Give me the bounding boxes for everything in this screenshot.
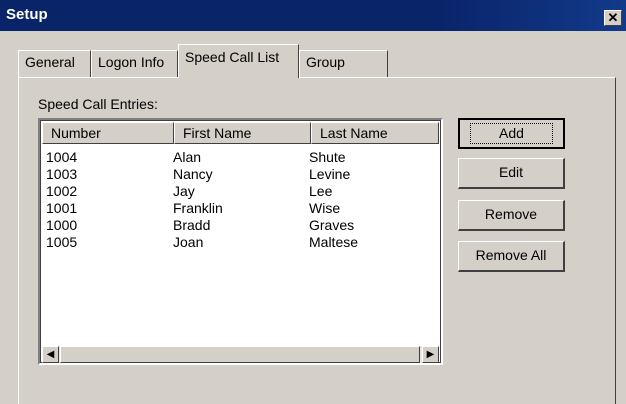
list-rows: 1004 Alan Shute 1003 Nancy Levine 1002 Jay Lee 10… [46, 149, 436, 251]
scroll-right-icon: ▶ [426, 349, 435, 360]
tab-logon-info[interactable]: Logon Info [91, 50, 178, 77]
cell-last-name: Graves [309, 217, 355, 233]
remove-all-button[interactable]: Remove All [458, 241, 565, 272]
add-button-label: Add [470, 123, 553, 144]
cell-number: 1001 [46, 200, 78, 216]
cell-first-name: Nancy [173, 166, 213, 182]
close-icon: ✕ [607, 10, 619, 25]
list-item[interactable]: 1000 Bradd Graves [46, 217, 436, 234]
tab-general[interactable]: General [18, 50, 91, 77]
cell-last-name: Maltese [309, 234, 359, 250]
tab-speed-call-list[interactable]: Speed Call List [178, 44, 299, 78]
tab-group[interactable]: Group [299, 50, 388, 77]
cell-last-name: Wise [309, 200, 341, 216]
setup-dialog: Setup ✕ General Logon Info Speed Call Li… [0, 0, 626, 404]
column-header-first-name[interactable]: First Name [174, 122, 311, 144]
list-item[interactable]: 1004 Alan Shute [46, 149, 436, 166]
list-item[interactable]: 1001 Franklin Wise [46, 200, 436, 217]
cell-first-name: Alan [173, 149, 202, 165]
list-item[interactable]: 1003 Nancy Levine [46, 166, 436, 183]
speed-call-list[interactable]: Number First Name Last Name 1004 Alan Shut… [38, 118, 443, 365]
speed-call-entries-label: Speed Call Entries: [38, 96, 158, 112]
scroll-right-button[interactable]: ▶ [422, 346, 439, 363]
cell-last-name: Shute [309, 149, 346, 165]
remove-button[interactable]: Remove [458, 200, 565, 231]
title-bar[interactable]: Setup ✕ [0, 0, 626, 31]
scroll-left-icon: ◀ [46, 349, 55, 360]
cell-first-name: Bradd [173, 217, 211, 233]
cell-number: 1003 [46, 166, 78, 182]
cell-number: 1000 [46, 217, 78, 233]
close-button[interactable]: ✕ [604, 10, 622, 26]
add-button[interactable]: Add [458, 118, 565, 149]
window-title: Setup [6, 6, 48, 23]
list-item[interactable]: 1005 Joan Maltese [46, 234, 436, 251]
edit-button[interactable]: Edit [458, 158, 565, 189]
cell-number: 1004 [46, 149, 78, 165]
horizontal-scrollbar[interactable]: ◀ ▶ [42, 346, 439, 363]
list-item[interactable]: 1002 Jay Lee [46, 183, 436, 200]
cell-number: 1005 [46, 234, 78, 250]
cell-number: 1002 [46, 183, 78, 199]
cell-first-name: Joan [173, 234, 204, 250]
scroll-left-button[interactable]: ◀ [42, 346, 59, 363]
column-header-number[interactable]: Number [42, 122, 174, 144]
cell-last-name: Levine [309, 166, 351, 182]
column-header-last-name[interactable]: Last Name [311, 122, 439, 144]
cell-first-name: Jay [173, 183, 195, 199]
scroll-thumb[interactable] [60, 346, 420, 363]
cell-first-name: Franklin [173, 200, 223, 216]
cell-last-name: Lee [309, 183, 333, 199]
